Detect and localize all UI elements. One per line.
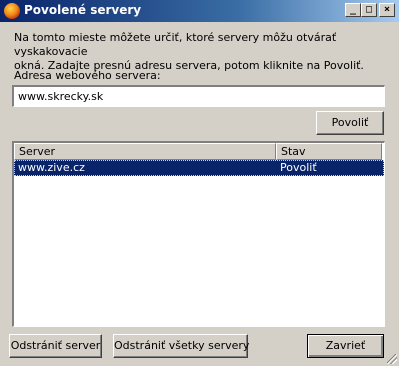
- firefox-icon: [4, 3, 20, 19]
- table-row[interactable]: www.zive.cz Povoliť: [14, 160, 384, 176]
- intro-text: Na tomto mieste môžete určiť, ktoré serv…: [14, 31, 364, 72]
- resize-grip-icon[interactable]: [387, 354, 397, 364]
- row-server-cell: www.zive.cz: [18, 161, 85, 174]
- close-window-button[interactable]: ×: [379, 3, 395, 17]
- remove-all-servers-button[interactable]: Odstrániť všetky servery: [113, 334, 249, 358]
- minimize-button[interactable]: _: [345, 3, 361, 17]
- title-bar: Povolené servery _ □ ×: [0, 0, 399, 22]
- remove-server-button[interactable]: Odstrániť server: [9, 334, 102, 358]
- column-header-server[interactable]: Server: [14, 143, 276, 160]
- row-status-cell: Povoliť: [280, 161, 317, 174]
- column-header-status[interactable]: Stav: [276, 143, 382, 160]
- window-title: Povolené servery: [24, 3, 142, 17]
- address-input[interactable]: [12, 85, 385, 107]
- allow-button[interactable]: Povoliť: [316, 111, 384, 135]
- address-label: Adresa webového servera:: [14, 69, 161, 82]
- maximize-button[interactable]: □: [361, 3, 377, 17]
- server-list[interactable]: Server Stav www.zive.cz Povoliť: [12, 141, 385, 327]
- close-button[interactable]: Zavrieť: [307, 334, 384, 358]
